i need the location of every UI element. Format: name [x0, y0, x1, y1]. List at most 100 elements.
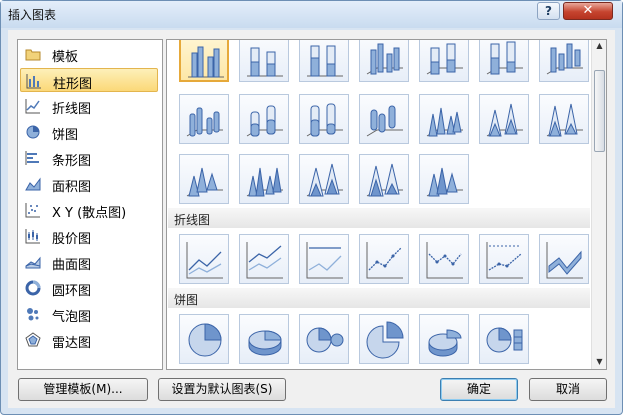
chart-thumb-stacked-cone[interactable]	[479, 94, 529, 144]
sidebar-item-bar[interactable]: 条形图	[20, 146, 158, 170]
line-markers-icon	[366, 242, 403, 279]
chart-thumb-stacked-column[interactable]	[239, 40, 289, 82]
cylinder-column-icon	[186, 107, 223, 137]
pie-chart-icon	[26, 125, 40, 139]
stacked-cone-icon	[486, 103, 523, 137]
section-title: 折线图	[174, 213, 211, 227]
sidebar-item-pie[interactable]: 饼图	[20, 120, 158, 144]
chart-thumb-clustered-cone[interactable]	[419, 94, 469, 144]
line-icon	[186, 242, 223, 279]
stacked-line-markers-icon	[426, 242, 463, 279]
chart-thumb-stacked-pyramid[interactable]	[299, 154, 349, 204]
3d-stacked-column-icon	[426, 43, 463, 75]
chart-thumb-3d-pie[interactable]	[239, 314, 289, 364]
chart-thumb-3d-clustered-column[interactable]	[359, 40, 409, 82]
stacked-column-icon	[247, 47, 283, 77]
chart-subtype-gallery: 折线图 饼图 ▲ ▼	[166, 39, 607, 370]
chart-thumb-stacked-line[interactable]	[239, 234, 289, 284]
dialog-title: 插入图表	[8, 8, 57, 22]
chart-thumb-3d-exploded-pie[interactable]	[419, 314, 469, 364]
3d-column-icon	[546, 43, 583, 75]
chart-thumb-100-stacked-column[interactable]	[299, 40, 349, 82]
chart-thumb-3d-line[interactable]	[539, 234, 589, 284]
3d-pie-icon	[248, 330, 282, 356]
column-chart-icon	[26, 74, 41, 89]
sidebar-item-area[interactable]: 面积图	[20, 172, 158, 196]
3d-percent-stacked-column-icon	[486, 41, 523, 75]
percent-stacked-line-markers-icon	[486, 242, 523, 279]
chart-thumb-100-stacked-cone[interactable]	[539, 94, 589, 144]
percent-stacked-line-icon	[306, 242, 343, 279]
manage-templates-button[interactable]: 管理模板(M)...	[18, 378, 148, 401]
section-header-pie: 饼图	[168, 288, 590, 308]
chart-thumb-clustered-column[interactable]	[179, 40, 229, 82]
help-button[interactable]: ?	[537, 2, 560, 20]
3d-line-icon	[546, 242, 583, 279]
cancel-button[interactable]: 取消	[529, 378, 607, 401]
chart-thumb-line-markers[interactable]	[359, 234, 409, 284]
sidebar-item-column[interactable]: 柱形图	[20, 68, 158, 92]
folder-icon	[25, 49, 41, 61]
sidebar-item-doughnut[interactable]: 圆环图	[20, 276, 158, 300]
pie-icon	[188, 323, 222, 357]
percent-stacked-cone-icon	[546, 103, 583, 137]
3d-clustered-column-icon	[366, 43, 403, 75]
chart-thumb-exploded-pie[interactable]	[359, 314, 409, 364]
scatter-chart-icon	[25, 203, 40, 218]
sidebar-item-bubble[interactable]: 气泡图	[20, 302, 158, 326]
sidebar-item-surface[interactable]: 曲面图	[20, 250, 158, 274]
sidebar-item-line[interactable]: 折线图	[20, 94, 158, 118]
sidebar-item-label: 雷达图	[52, 336, 92, 351]
sidebar-item-scatter[interactable]: X Y (散点图)	[20, 198, 158, 222]
chart-thumb-3d-column[interactable]	[539, 40, 589, 82]
bar-chart-icon	[25, 151, 39, 165]
chart-type-list: 模板 柱形图 折线图 饼图 条形图 面积图 X Y (散点图) 股价图 曲面图 …	[17, 39, 163, 370]
percent-stacked-pyramid-icon	[366, 163, 403, 197]
stacked-cylinder-icon	[246, 105, 283, 137]
percent-stacked-column-icon	[307, 45, 343, 77]
chart-thumb-line[interactable]	[179, 234, 229, 284]
sidebar-item-label: 圆环图	[52, 284, 92, 299]
chart-thumb-bar-of-pie[interactable]	[479, 314, 529, 364]
sidebar-item-templates[interactable]: 模板	[20, 42, 158, 66]
sidebar-item-radar[interactable]: 雷达图	[20, 328, 158, 352]
stock-chart-icon	[25, 229, 40, 244]
chart-thumb-3d-cone[interactable]	[179, 154, 229, 204]
chart-thumb-100-stacked-line[interactable]	[299, 234, 349, 284]
gallery-scrollbar[interactable]: ▲ ▼	[591, 40, 606, 369]
chart-thumb-3d-100-stacked-column[interactable]	[479, 40, 529, 82]
surface-chart-icon	[25, 256, 41, 269]
chart-thumb-100-stacked-line-markers[interactable]	[479, 234, 529, 284]
chart-thumb-3d-stacked-column[interactable]	[419, 40, 469, 82]
close-button[interactable]: ✕	[563, 2, 613, 20]
sidebar-item-label: 饼图	[52, 128, 79, 143]
radar-chart-icon	[25, 332, 41, 347]
bar-of-pie-icon	[486, 327, 523, 353]
sidebar-item-label: 股价图	[52, 232, 92, 247]
chart-thumb-pie-of-pie[interactable]	[299, 314, 349, 364]
sidebar-item-label: 模板	[52, 50, 79, 65]
section-header-line: 折线图	[168, 208, 590, 228]
chart-thumb-3d-cylinder[interactable]	[359, 94, 409, 144]
scrollbar-thumb[interactable]	[594, 70, 605, 152]
sidebar-item-label: 面积图	[52, 180, 92, 195]
ok-button[interactable]: 确定	[440, 378, 518, 401]
sidebar-item-label: 气泡图	[52, 310, 92, 325]
chart-thumb-stacked-line-markers[interactable]	[419, 234, 469, 284]
3d-pyramid-icon	[426, 167, 463, 197]
3d-cone-icon	[186, 167, 223, 197]
sidebar-item-stock[interactable]: 股价图	[20, 224, 158, 248]
chart-thumb-100-stacked-cylinder[interactable]	[299, 94, 349, 144]
scroll-up-arrow-icon[interactable]: ▲	[595, 42, 604, 50]
chart-thumb-pie[interactable]	[179, 314, 229, 364]
sidebar-item-label: 折线图	[52, 102, 92, 117]
chart-thumb-3d-pyramid[interactable]	[419, 154, 469, 204]
3d-exploded-pie-icon	[428, 329, 462, 357]
set-default-chart-button[interactable]: 设置为默认图表(S)	[158, 378, 286, 401]
chart-thumb-stacked-cylinder[interactable]	[239, 94, 289, 144]
chart-thumb-100-stacked-pyramid[interactable]	[359, 154, 409, 204]
cone-column-icon	[426, 107, 463, 137]
chart-thumb-clustered-cylinder[interactable]	[179, 94, 229, 144]
chart-thumb-clustered-pyramid[interactable]	[239, 154, 289, 204]
scroll-down-arrow-icon[interactable]: ▼	[595, 358, 604, 366]
